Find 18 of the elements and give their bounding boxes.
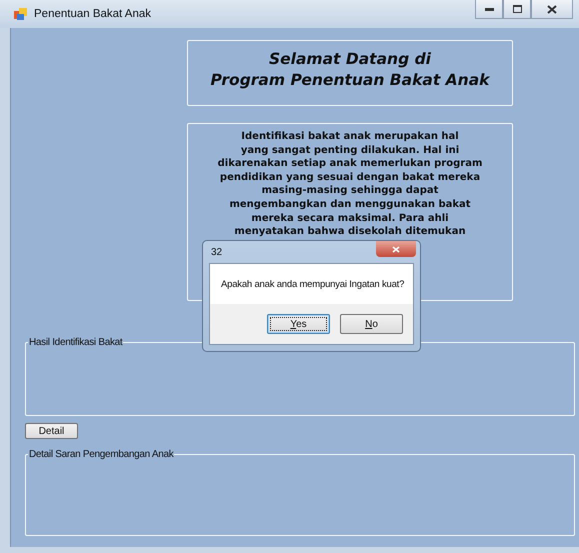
group-title: Detail Saran Pengembangan Anak [28, 449, 174, 460]
window-title: Penentuan Bakat Anak [34, 8, 152, 20]
dialog-button[interactable]: No [340, 314, 403, 334]
welcome-heading: Selamat Datang di Program Penentuan Bakat Anak [210, 49, 490, 91]
dialog-title: 32 [211, 246, 222, 258]
close-icon [547, 4, 557, 14]
close-icon [392, 246, 400, 252]
minimize-icon [484, 8, 494, 10]
intro-paragraph: Identifikasi bakat anak merupakan hal yang sangat penting dilakukan. Hal ini dikarenakan setiap anak memerlukan program pendidikan yang sesuai dengan bakat mereka masing-masing sehingga dapat mengembangkan dan menggunakan bakat mereka secara maksimal. Para ahli menyatakan bahwa disekolah ditemukan [218, 130, 482, 239]
maximize-button[interactable] [503, 0, 531, 19]
dialog-message: Apakah anak anda mempunyai Ingatan kuat? [221, 278, 404, 290]
close-button[interactable] [531, 0, 573, 19]
group-title: Hasil Identifikasi Bakat [28, 337, 124, 348]
dialog-button[interactable]: Yes [267, 314, 330, 334]
minimize-button[interactable] [475, 0, 503, 19]
detail-button[interactable]: Detail [25, 423, 78, 439]
maximize-icon [512, 5, 522, 13]
app-icon [14, 8, 28, 20]
